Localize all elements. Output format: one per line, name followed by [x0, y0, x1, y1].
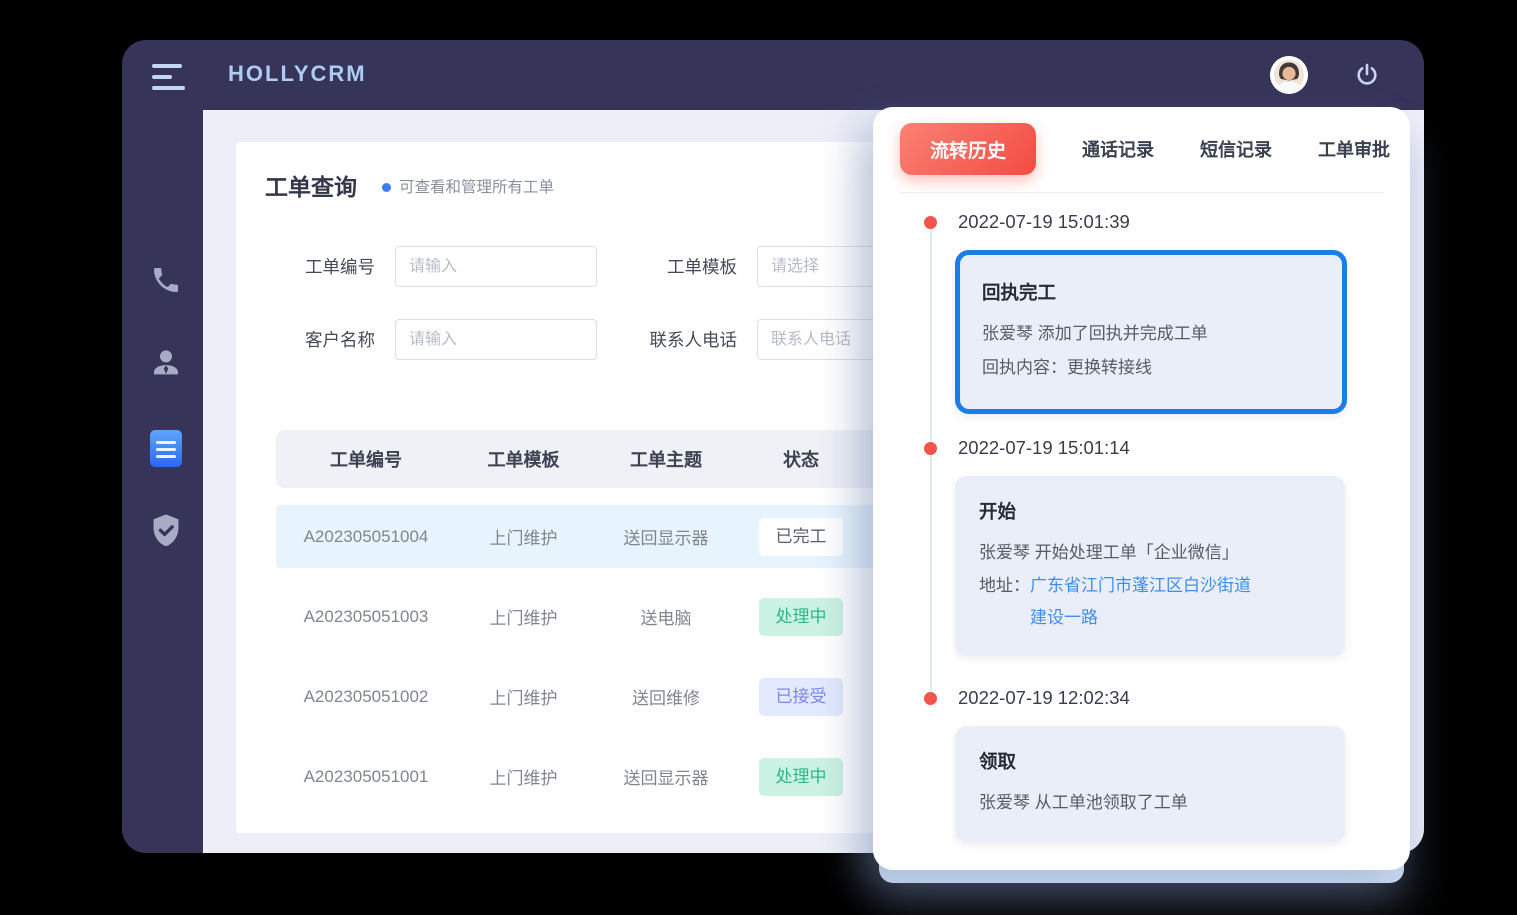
cell-subject: 送回维修: [591, 684, 741, 709]
tab-approval[interactable]: 工单审批: [1318, 136, 1390, 162]
tab-flow-history[interactable]: 流转历史: [900, 123, 1036, 175]
cell-order-id: A202305051002: [276, 687, 456, 707]
cell-template: 上门维护: [456, 524, 591, 549]
cell-order-id: A202305051004: [276, 527, 456, 547]
workorders-clipboard-icon: [150, 430, 182, 467]
detail-tabs: 流转历史 通话记录 短信记录 工单审批: [900, 123, 1390, 175]
detail-panel: 流转历史 通话记录 短信记录 工单审批 2022-07-19 15:01:39 …: [873, 107, 1410, 870]
avatar[interactable]: [1270, 56, 1308, 94]
address-label: 地址：: [979, 570, 1030, 634]
status-badge: 处理中: [759, 758, 843, 796]
timeline-card-text: 张爱琴 添加了回执并完成工单: [982, 317, 1320, 351]
filter-label-phone: 联系人电话: [622, 327, 737, 352]
page-title: 工单查询: [265, 168, 357, 202]
timeline-dot-icon: [924, 442, 937, 455]
contacts-icon: [148, 345, 184, 381]
timeline-card-title: 领取: [979, 748, 1321, 774]
cell-template: 上门维护: [456, 764, 591, 789]
customer-name-input[interactable]: [395, 319, 597, 360]
avatar-image: [1270, 56, 1308, 94]
timeline-card-text: 回执内容：更换转接线: [982, 351, 1320, 385]
timeline-time: 2022-07-19 15:01:39: [955, 211, 1410, 236]
status-badge: 已接受: [759, 678, 843, 716]
app-title: HOLLYCRM: [228, 61, 367, 87]
address-line: 广东省江门市蓬江区白沙街道: [1030, 570, 1251, 602]
topbar: HOLLYCRM: [122, 40, 1424, 110]
sidebar-item-workorders[interactable]: [146, 428, 186, 468]
col-header-template: 工单模板: [456, 446, 591, 472]
filter-label-order-id: 工单编号: [275, 254, 375, 279]
sidebar-item-security[interactable]: [146, 511, 186, 551]
cell-subject: 送回显示器: [591, 524, 741, 549]
page-subtitle: 可查看和管理所有工单: [399, 175, 554, 197]
timeline-card-title: 开始: [979, 498, 1321, 524]
timeline-entry: 2022-07-19 12:02:34 领取 张爱琴 从工单池领取了工单: [873, 687, 1410, 842]
security-shield-icon: [149, 513, 183, 549]
timeline-entry: 2022-07-19 15:01:14 开始 张爱琴 开始处理工单「企业微信」 …: [873, 437, 1410, 656]
bullet-dot-icon: [382, 183, 391, 192]
sidebar-item-calls[interactable]: [146, 260, 186, 300]
status-badge: 处理中: [759, 598, 843, 636]
sidebar-item-contacts[interactable]: [146, 343, 186, 383]
power-icon[interactable]: [1354, 62, 1380, 88]
timeline-card-text: 张爱琴 从工单池领取了工单: [979, 786, 1321, 820]
tab-call-records[interactable]: 通话记录: [1082, 136, 1154, 162]
cell-template: 上门维护: [456, 604, 591, 629]
cell-template: 上门维护: [456, 684, 591, 709]
hamburger-menu-icon[interactable]: [152, 64, 186, 90]
timeline-card: 开始 张爱琴 开始处理工单「企业微信」 地址： 广东省江门市蓬江区白沙街道 建设…: [955, 476, 1345, 656]
timeline-card-title: 回执完工: [982, 279, 1320, 305]
timeline-dot-icon: [924, 692, 937, 705]
cell-subject: 送回显示器: [591, 764, 741, 789]
timeline-time: 2022-07-19 15:01:14: [955, 437, 1410, 462]
flow-history-timeline: 2022-07-19 15:01:39 回执完工 张爱琴 添加了回执并完成工单 …: [873, 203, 1410, 842]
phone-icon: [150, 264, 182, 296]
col-header-subject: 工单主题: [591, 446, 741, 472]
timeline-time: 2022-07-19 12:02:34: [955, 687, 1410, 712]
tabs-divider: [900, 192, 1383, 193]
filter-label-template: 工单模板: [637, 254, 737, 279]
timeline-dot-icon: [924, 216, 937, 229]
address-link[interactable]: 广东省江门市蓬江区白沙街道 建设一路: [1030, 570, 1251, 634]
address-line: 建设一路: [1030, 602, 1251, 634]
timeline-entry: 2022-07-19 15:01:39 回执完工 张爱琴 添加了回执并完成工单 …: [873, 203, 1410, 414]
cell-subject: 送电脑: [591, 604, 741, 629]
tab-sms-records[interactable]: 短信记录: [1200, 136, 1272, 162]
timeline-card: 领取 张爱琴 从工单池领取了工单: [955, 726, 1345, 842]
col-header-order-id: 工单编号: [276, 446, 456, 472]
screen: HOLLYCRM: [0, 0, 1517, 915]
status-badge: 已完工: [759, 518, 843, 556]
timeline-card-text: 张爱琴 开始处理工单「企业微信」: [979, 536, 1321, 570]
filter-label-customer: 客户名称: [275, 327, 375, 352]
cell-order-id: A202305051001: [276, 767, 456, 787]
timeline-card-highlighted: 回执完工 张爱琴 添加了回执并完成工单 回执内容：更换转接线: [955, 250, 1347, 414]
col-header-status: 状态: [741, 446, 861, 472]
order-id-input[interactable]: [395, 246, 597, 287]
cell-order-id: A202305051003: [276, 607, 456, 627]
